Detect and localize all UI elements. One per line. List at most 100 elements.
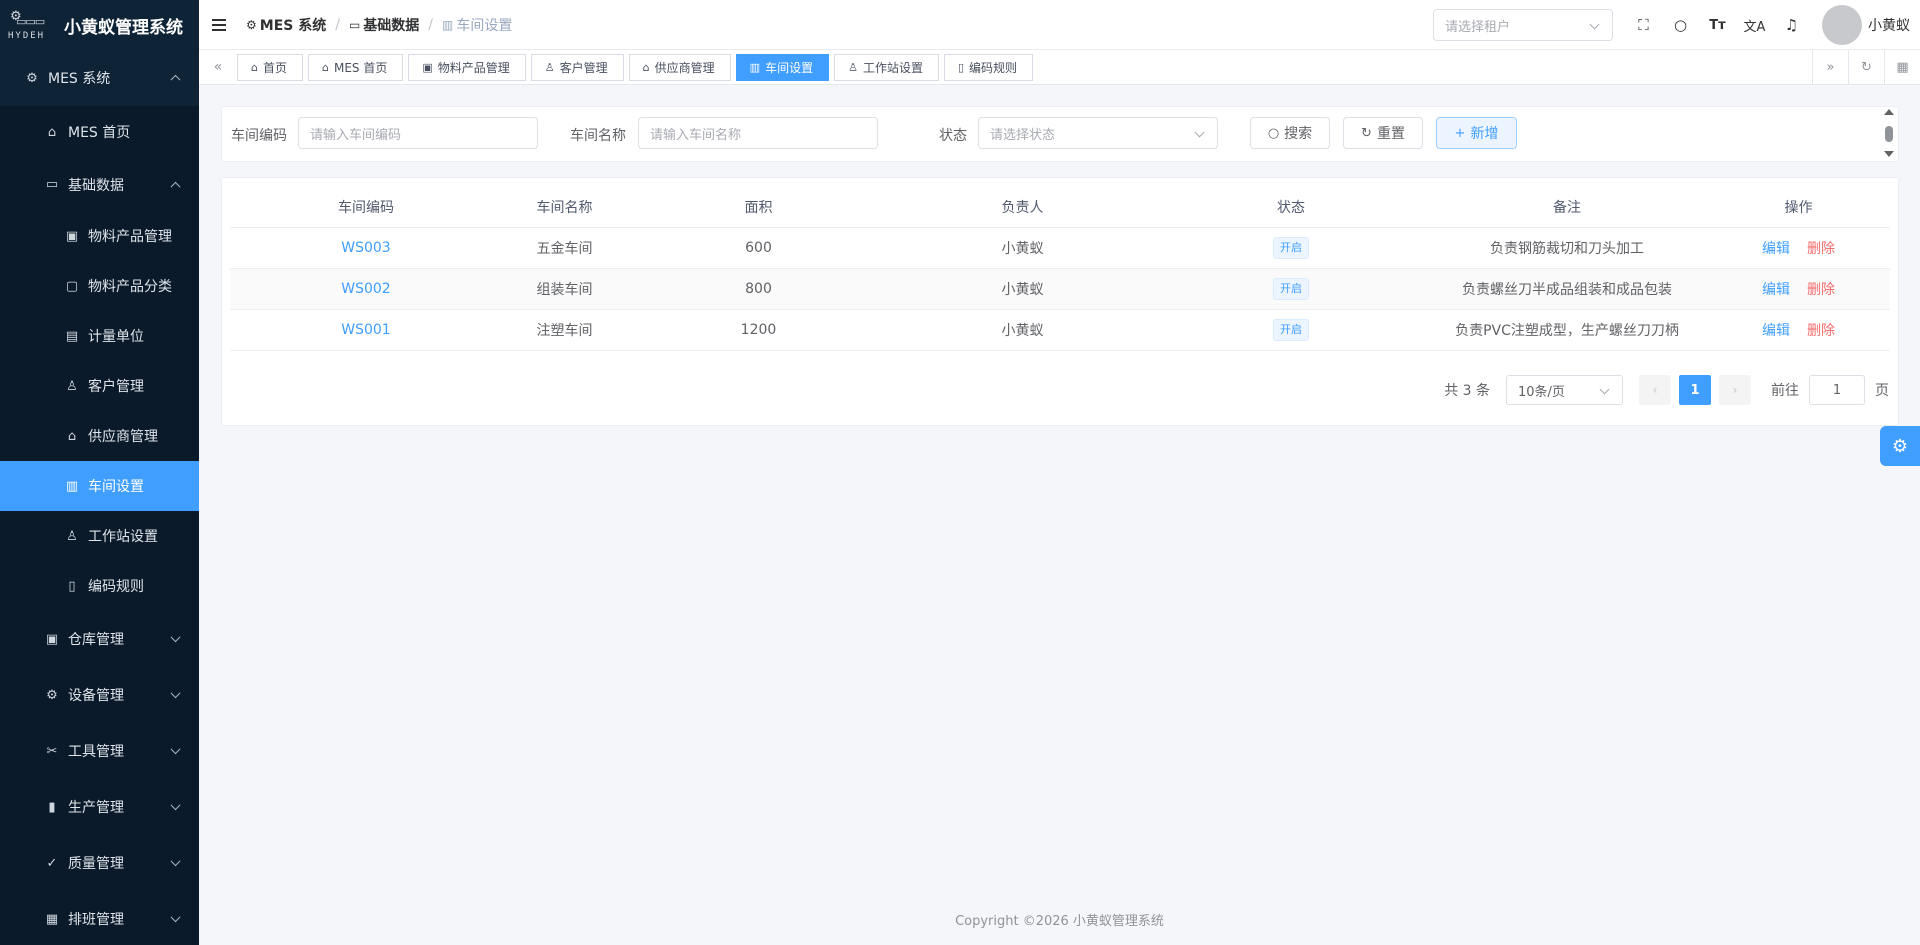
breadcrumb: ⚙ MES 系统 / ▭ 基础数据 / ▥ 车间设置 (246, 15, 513, 35)
sidebar-item-unit[interactable]: ▤ 计量单位 (0, 311, 199, 361)
home-icon: ⌂ (322, 60, 329, 74)
logo-mark-icon: ⚙ ▭▭▭ HYDEH (8, 9, 46, 41)
page-number-button[interactable]: 1 (1679, 375, 1711, 405)
delete-button[interactable]: 删除 (1807, 241, 1835, 257)
column-header: 操作 (1784, 199, 1813, 216)
bag-icon: ⌂ (642, 60, 650, 74)
chevron-up-icon (170, 74, 181, 85)
scroll-right-icon[interactable]: » (1812, 50, 1848, 84)
sidebar-item-material-category[interactable]: ▢ 物料产品分类 (0, 261, 199, 311)
workshop-remark: 负责螺丝刀半成品组装和成品包装 (1462, 282, 1672, 298)
code-input[interactable]: 请输入车间编码 (298, 117, 538, 149)
avatar[interactable] (1822, 5, 1862, 45)
tag-home[interactable]: ⌂ 首页 (237, 53, 303, 81)
home-icon: ⌂ (47, 124, 57, 140)
tag-customer[interactable]: ♙ 客户管理 (530, 53, 624, 81)
breadcrumb-item[interactable]: ▭ 基础数据 (349, 15, 419, 35)
goto-label: 前往 (1771, 383, 1799, 399)
scissors-icon: ✂ (46, 743, 58, 759)
document-icon: ▯ (68, 578, 76, 594)
breadcrumb-item[interactable]: ⚙ MES 系统 (246, 15, 326, 35)
add-button[interactable]: + 新增 (1436, 117, 1517, 149)
sidebar-item-equipment[interactable]: ⚙ 设备管理 (0, 667, 199, 723)
sidebar-item-material-product[interactable]: ▣ 物料产品管理 (0, 211, 199, 261)
font-size-icon[interactable]: Tт (1699, 18, 1736, 33)
sidebar-item-schedule[interactable]: ▦ 排班管理 (0, 891, 199, 945)
status-select[interactable]: 请选择状态 (978, 117, 1218, 149)
sidebar-item-quality[interactable]: ✓ 质量管理 (0, 835, 199, 891)
code-label: 车间编码 (231, 128, 287, 144)
building-icon: ▥ (749, 60, 761, 74)
cpu-icon: ⚙ (46, 687, 58, 703)
grid-menu-icon[interactable]: ▦ (1884, 50, 1920, 84)
sidebar-item-customer[interactable]: ♙ 客户管理 (0, 361, 199, 411)
chevron-down-icon (1194, 127, 1205, 138)
page-size-select[interactable]: 10条/页 (1506, 375, 1623, 405)
column-header: 面积 (744, 199, 773, 216)
scrollbar[interactable] (1884, 109, 1894, 159)
name-input[interactable]: 请输入车间名称 (638, 117, 878, 149)
footer-copyright: Copyright ©2026 小黄蚁管理系统 (955, 914, 1164, 929)
briefcase-icon: ▢ (65, 278, 79, 294)
workshop-code-link[interactable]: WS002 (341, 281, 390, 297)
column-header: 车间名称 (536, 199, 593, 216)
goto-page-input[interactable]: 1 (1809, 375, 1865, 405)
workshop-name: 组装车间 (536, 282, 593, 298)
column-header: 状态 (1277, 199, 1305, 216)
chevron-down-icon (170, 688, 181, 699)
settings-gear-button[interactable]: ⚙ (1880, 426, 1920, 466)
tag-workstation[interactable]: ♙ 工作站设置 (834, 53, 939, 81)
workshop-code-link[interactable]: WS001 (341, 322, 390, 338)
search-icon[interactable]: ○ (1662, 16, 1699, 34)
sidebar-item-basic-data[interactable]: ▭ 基础数据 (0, 158, 199, 211)
hamburger-icon[interactable] (212, 18, 228, 31)
chevron-down-icon (1589, 19, 1600, 30)
delete-button[interactable]: 删除 (1807, 282, 1835, 298)
reset-button[interactable]: ↻ 重置 (1343, 117, 1423, 149)
monitor-icon: ▭ (45, 177, 59, 192)
delete-button[interactable]: 删除 (1807, 323, 1835, 339)
unit-icon: ▤ (65, 328, 79, 344)
tag-supplier[interactable]: ⌂ 供应商管理 (628, 53, 731, 81)
workshop-remark: 负责钢筋裁切和刀头加工 (1490, 241, 1644, 257)
username[interactable]: 小黄蚁 (1868, 15, 1910, 35)
bell-icon[interactable]: ♫ (1773, 16, 1810, 34)
workshop-code-link[interactable]: WS003 (341, 240, 390, 256)
next-page-button[interactable]: › (1719, 375, 1751, 405)
edit-button[interactable]: 编辑 (1762, 241, 1790, 257)
scroll-left-icon[interactable]: « (199, 59, 237, 75)
sidebar-item-mes-system[interactable]: ⚙ MES 系统 (0, 50, 199, 106)
document-icon: ▯ (957, 60, 965, 74)
tag-workshop[interactable]: ▥ 车间设置 (735, 53, 830, 81)
status-label: 状态 (939, 128, 967, 144)
refresh-icon[interactable]: ↻ (1848, 50, 1884, 84)
pagination: 共 3 条 10条/页 ‹ 1 › 前往 1 页 (1444, 375, 1889, 405)
column-header: 车间编码 (338, 199, 394, 216)
search-button[interactable]: ○ 搜索 (1250, 117, 1330, 149)
edit-button[interactable]: 编辑 (1762, 282, 1790, 298)
sidebar-item-supplier[interactable]: ⌂ 供应商管理 (0, 411, 199, 461)
building-icon: ▥ (65, 478, 79, 494)
prev-page-button[interactable]: ‹ (1639, 375, 1671, 405)
sidebar-item-code-rule[interactable]: ▯ 编码规则 (0, 561, 199, 611)
fullscreen-icon[interactable]: ⛶ (1625, 16, 1662, 34)
building-icon: ▥ (442, 17, 454, 32)
box-icon: ▣ (422, 60, 433, 74)
monitor-icon: ▭ (348, 17, 361, 32)
edit-button[interactable]: 编辑 (1762, 323, 1790, 339)
tag-material-product[interactable]: ▣ 物料产品管理 (408, 53, 526, 81)
name-label: 车间名称 (570, 128, 626, 144)
header: ⚙ MES 系统 / ▭ 基础数据 / ▥ 车间设置 请选择租户 ⛶ ○ Tт 文A … (199, 0, 1920, 50)
language-icon[interactable]: 文A (1736, 16, 1773, 35)
sidebar-item-warehouse[interactable]: ▣ 仓库管理 (0, 611, 199, 667)
tag-code-rule[interactable]: ▯ 编码规则 (943, 53, 1034, 81)
sidebar-item-production[interactable]: ▮ 生产管理 (0, 779, 199, 835)
sidebar-item-workstation[interactable]: ♙ 工作站设置 (0, 511, 199, 561)
gear-icon: ⚙ (1891, 435, 1909, 457)
sidebar-item-mes-home[interactable]: ⌂ MES 首页 (0, 106, 199, 158)
sidebar-item-workshop[interactable]: ▥ 车间设置 (0, 461, 199, 511)
tag-mes-home[interactable]: ⌂ MES 首页 (308, 53, 404, 81)
sidebar-item-tools[interactable]: ✂ 工具管理 (0, 723, 199, 779)
tenant-select[interactable]: 请选择租户 (1433, 9, 1613, 41)
chevron-down-icon (170, 800, 181, 811)
